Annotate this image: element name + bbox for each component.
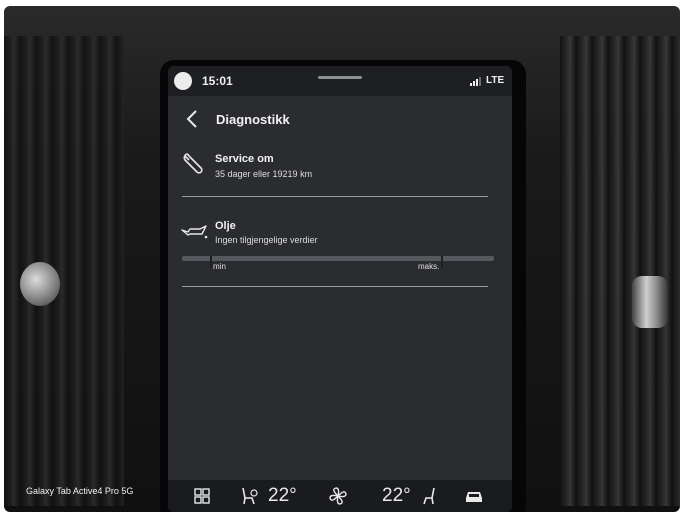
- clock: 15:01: [202, 74, 233, 88]
- infotainment-screen: 15:01 LTE Diagnostikk Service om 35 dage…: [168, 66, 512, 512]
- right-vent-knob: [632, 276, 668, 328]
- fan-icon[interactable]: [328, 486, 348, 506]
- gauge-max-tick: [441, 256, 443, 268]
- oil-level-gauge: [182, 256, 494, 261]
- wrench-icon: [183, 153, 203, 174]
- status-bar: 15:01 LTE: [168, 66, 512, 96]
- service-title: Service om: [215, 153, 274, 165]
- grid-icon[interactable]: [194, 488, 210, 504]
- service-detail: 35 dager eller 19219 km: [215, 169, 313, 179]
- pull-down-handle[interactable]: [318, 76, 362, 79]
- oil-detail: Ingen tilgjengelige verdier: [215, 235, 318, 245]
- chevron-left-icon[interactable]: [182, 108, 204, 130]
- car-icon[interactable]: [464, 488, 484, 504]
- gauge-min-label: min: [213, 262, 226, 271]
- climate-bar: 22° 22°: [168, 480, 512, 512]
- left-vent-knob: [20, 262, 60, 306]
- heated-seat-icon[interactable]: [240, 486, 258, 506]
- signal-strength-icon: [470, 77, 481, 86]
- right-temperature[interactable]: 22°: [382, 485, 411, 507]
- right-air-vent: [560, 36, 680, 506]
- profile-avatar[interactable]: [174, 72, 192, 90]
- page-title: Diagnostikk: [216, 112, 290, 127]
- seat-icon[interactable]: [422, 486, 438, 506]
- left-temperature[interactable]: 22°: [268, 485, 297, 507]
- oil-title: Olje: [215, 220, 236, 232]
- network-type: LTE: [486, 75, 505, 86]
- gauge-min-tick: [210, 256, 212, 268]
- photo-watermark: Galaxy Tab Active4 Pro 5G: [26, 486, 134, 496]
- divider: [182, 286, 488, 287]
- divider: [182, 196, 488, 197]
- oil-can-icon: [181, 225, 208, 239]
- left-air-vent: [4, 36, 124, 506]
- gauge-max-label: maks.: [418, 262, 440, 271]
